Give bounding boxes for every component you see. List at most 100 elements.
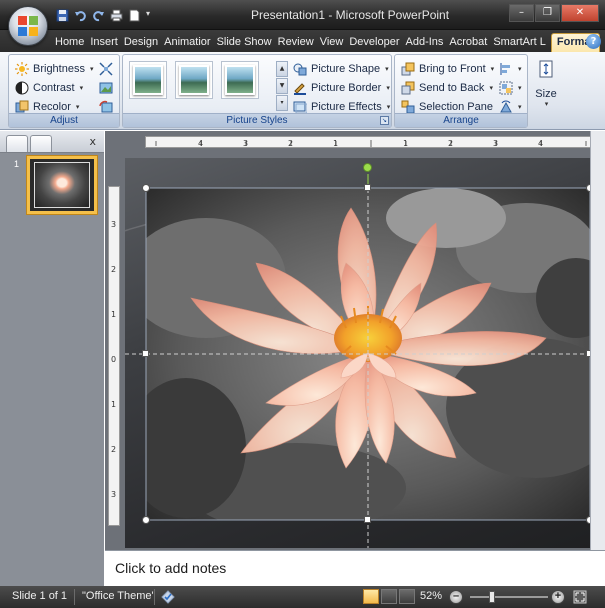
picture-shape-icon [293,62,307,76]
group-icon [499,81,513,95]
recolor-icon [15,100,29,114]
contrast-icon [15,81,29,95]
office-logo-icon [18,16,38,36]
reset-picture-icon [99,100,113,114]
send-to-back-icon [401,81,415,95]
help-icon[interactable]: ? [586,34,601,49]
gallery-up-arrow[interactable]: ▲ [276,61,288,77]
picture-shape-button[interactable]: Picture Shape ▾ [293,60,389,78]
spell-check-icon[interactable] [160,589,176,605]
slide-canvas[interactable] [125,158,600,548]
tab-acrobat[interactable]: Acrobat [446,33,490,52]
slide-thumbnail[interactable] [26,155,98,215]
zoom-slider[interactable] [470,591,548,603]
svg-text:4: 4 [198,139,203,148]
notes-pane[interactable]: Click to add notes [105,550,605,586]
tab-add-ins[interactable]: Add-Ins [403,33,447,52]
group-objects-button[interactable]: ▾ [499,79,522,97]
tab-design[interactable]: Design [121,33,161,52]
align-icon [499,62,513,76]
zoom-slider-knob[interactable] [488,591,495,603]
change-picture-button[interactable] [99,79,113,97]
tab-developer[interactable]: Developer [346,33,402,52]
svg-text:0: 0 [111,355,116,364]
outline-tab[interactable] [30,135,52,152]
arrange-group-label: Arrange [395,113,527,127]
redo-icon[interactable] [92,9,105,22]
vertical-ruler: 3 2 1 0 1 2 3 [108,186,120,526]
slides-tab[interactable] [6,135,28,152]
send-to-back-button[interactable]: Send to Back ▾ [401,79,493,97]
selection-pane-label: Selection Pane [419,101,493,113]
picture-border-label: Picture Border [311,82,382,94]
theme-name[interactable]: "Office Theme" [82,590,155,602]
close-button[interactable]: ✕ [561,4,599,22]
brightness-button[interactable]: Brightness ▾ [15,60,94,78]
fit-to-window-icon[interactable] [572,589,588,605]
align-button[interactable]: ▾ [499,60,522,78]
bring-to-front-button[interactable]: Bring to Front ▾ [401,60,494,78]
tab-animations[interactable]: Animatior [161,33,213,52]
slide-number: 1 [14,159,20,169]
size-button[interactable]: Size ▾ [532,60,560,110]
slide-indicator: Slide 1 of 1 [12,590,68,602]
selection-frame [125,168,600,548]
tab-smartart[interactable]: SmartArt L [490,33,549,52]
zoom-in-button[interactable]: + [551,590,565,604]
office-button[interactable] [8,6,48,46]
gallery-down-arrow[interactable]: ▼ [276,78,288,94]
undo-icon[interactable] [74,9,87,22]
resize-handle-left[interactable] [142,350,149,357]
bring-to-front-label: Bring to Front [419,63,486,75]
size-label: Size [535,88,557,100]
selection-pane-icon [401,100,415,114]
picture-effects-label: Picture Effects [311,101,382,113]
zoom-percentage[interactable]: 52% [420,590,442,602]
brightness-label: Brightness [33,63,85,75]
slide-sorter-view-button[interactable] [381,589,397,604]
slide-show-view-button[interactable] [399,589,415,604]
compress-icon [99,62,113,76]
restore-button[interactable]: ❐ [535,4,560,22]
document-icon[interactable] [128,9,141,22]
picture-style-thumbnail[interactable] [175,61,213,99]
customize-dropdown-icon[interactable]: ▾ [146,9,156,22]
picture-styles-dialog-launcher[interactable]: ↘ [380,116,389,125]
svg-text:1: 1 [403,139,408,148]
normal-view-button[interactable] [363,589,379,604]
resize-handle-top[interactable] [364,184,371,191]
minimize-button[interactable]: – [509,4,534,22]
zoom-out-button[interactable]: – [449,590,463,604]
rotation-handle[interactable] [363,163,372,172]
contrast-button[interactable]: Contrast ▾ [15,79,83,97]
picture-style-thumbnail[interactable] [129,61,167,99]
notes-placeholder[interactable]: Click to add notes [115,560,226,576]
vertical-scrollbar[interactable] [590,131,605,550]
print-icon[interactable] [110,9,123,22]
svg-text:1: 1 [111,310,116,319]
gallery-more-arrow[interactable]: ▾ [276,95,288,111]
change-picture-icon [99,81,113,95]
picture-style-thumbnail[interactable] [221,61,259,99]
svg-text:3: 3 [243,139,248,148]
svg-text:1: 1 [333,139,338,148]
resize-handle-bottom-left[interactable] [142,516,150,524]
slide-thumbnail-image [30,159,94,211]
tab-slide-show[interactable]: Slide Show [214,33,275,52]
resize-handle-top-left[interactable] [142,184,150,192]
svg-text:2: 2 [448,139,453,148]
tab-home[interactable]: Home [52,33,87,52]
close-pane-icon[interactable]: x [89,135,96,148]
picture-styles-gallery [129,61,259,99]
save-icon[interactable] [56,9,69,22]
adjust-group-label: Adjust [9,113,119,127]
picture-border-button[interactable]: Picture Border ▾ [293,79,390,97]
ribbon-tab-row: Home Insert Design Animatior Slide Show … [0,30,605,52]
tab-review[interactable]: Review [275,33,317,52]
quick-access-toolbar: ▾ [56,7,156,23]
tab-view[interactable]: View [317,33,347,52]
window-controls: – ❐ ✕ [509,4,599,22]
tab-insert[interactable]: Insert [87,33,121,52]
resize-handle-bottom[interactable] [364,516,371,523]
compress-pictures-button[interactable] [99,60,113,78]
